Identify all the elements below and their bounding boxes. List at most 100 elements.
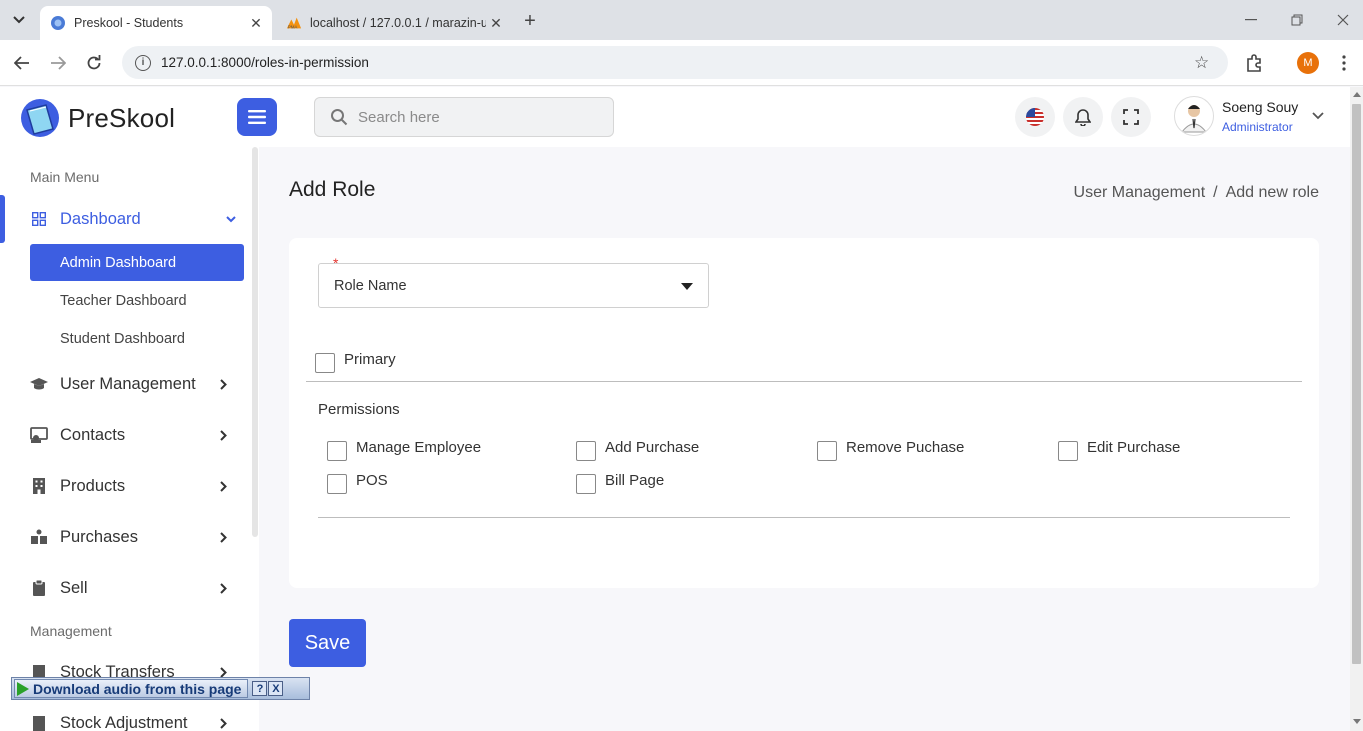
restore-icon[interactable] (1282, 8, 1312, 32)
permission-checkbox-manage-employee[interactable] (327, 441, 347, 461)
sidebar-item-dashboard[interactable]: Dashboard (0, 195, 252, 243)
sidebar-subitem-admin-dashboard[interactable]: Admin Dashboard (30, 244, 244, 281)
permission-label: Remove Puchase (846, 439, 965, 456)
contacts-icon (29, 425, 49, 445)
notifications-button[interactable] (1063, 97, 1103, 137)
bookmark-star-icon[interactable]: ☆ (1194, 53, 1214, 73)
sidebar-item-contacts[interactable]: Contacts (0, 415, 252, 455)
site-info-icon[interactable]: i (135, 54, 151, 71)
permission-checkbox-remove-purchase[interactable] (817, 441, 837, 461)
role-form-card: * Role Name Primary Permissions Manage E… (289, 238, 1319, 588)
us-flag-icon (1026, 108, 1044, 126)
extensions-icon[interactable] (1243, 52, 1265, 74)
help-button[interactable]: ? (252, 681, 268, 696)
forward-icon[interactable] (45, 50, 71, 76)
sidebar-scrollbar[interactable] (252, 147, 258, 537)
caret-down-icon (681, 283, 693, 290)
scrollbar-thumb[interactable] (1352, 104, 1361, 664)
window-close-icon[interactable] (1328, 8, 1358, 32)
chevron-right-icon (216, 666, 230, 678)
permission-checkbox-add-purchase[interactable] (576, 441, 596, 461)
tab-list-button[interactable] (6, 7, 32, 33)
close-icon[interactable]: ✕ (486, 13, 506, 33)
back-icon[interactable] (9, 50, 35, 76)
browser-tab-bar: Preskool - Students ✕ PMA localhost / 12… (0, 0, 1363, 40)
address-bar[interactable]: i 127.0.0.1:8000/roles-in-permission ☆ (122, 46, 1228, 79)
sidebar-item-purchases[interactable]: Purchases (0, 517, 252, 557)
profile-avatar[interactable]: M (1297, 52, 1319, 74)
permission-label: Add Purchase (605, 439, 700, 456)
logo[interactable]: PreSkool (20, 98, 175, 138)
breadcrumb-parent[interactable]: User Management (1074, 184, 1206, 202)
play-icon (17, 681, 29, 696)
save-button[interactable]: Save (289, 619, 366, 667)
graduation-cap-icon (29, 374, 49, 394)
sidebar-item-label: User Management (60, 374, 196, 393)
user-name: Soeng Souy (1222, 98, 1299, 115)
sidebar-item-sell[interactable]: Sell (0, 568, 252, 608)
role-name-select[interactable]: Role Name (318, 263, 709, 308)
close-button[interactable]: X (268, 681, 284, 696)
sidebar: Main Menu Dashboard Admin Dashboard Teac… (0, 147, 259, 731)
sidebar-item-label: Products (60, 476, 126, 495)
minimize-icon[interactable] (1236, 8, 1266, 32)
more-menu-icon[interactable] (1333, 52, 1355, 74)
user-menu[interactable]: Soeng Souy Administrator (1174, 96, 1324, 136)
primary-label: Primary (344, 351, 396, 368)
primary-checkbox[interactable] (315, 353, 335, 373)
sidebar-item-stock-adjustment[interactable]: Stock Adjustment (0, 703, 252, 731)
browser-toolbar: i 127.0.0.1:8000/roles-in-permission ☆ M (0, 40, 1363, 86)
clipboard-icon (29, 578, 49, 598)
web-page: PreSkool Search here Soeng Souy Administ… (0, 87, 1350, 731)
sidebar-item-products[interactable]: Products (0, 466, 252, 506)
search-input[interactable] (358, 108, 598, 126)
menu-toggle-button[interactable] (237, 98, 277, 136)
sidebar-subitem-teacher-dashboard[interactable]: Teacher Dashboard (30, 282, 244, 319)
bell-icon (1075, 109, 1091, 126)
sidebar-section-main-menu: Main Menu (30, 169, 100, 185)
breadcrumb: User Management / Add new role (1074, 184, 1319, 202)
language-flag-button[interactable] (1015, 97, 1055, 137)
sidebar-item-label: Contacts (60, 425, 126, 444)
user-role: Administrator (1222, 119, 1293, 134)
download-audio-label: Download audio from this page (33, 680, 242, 697)
new-tab-button[interactable]: + (518, 9, 542, 33)
tab-title: Preskool - Students (74, 16, 184, 30)
section-divider (306, 381, 1302, 382)
chevron-right-icon (216, 480, 230, 492)
sidebar-section-management: Management (30, 623, 112, 639)
logo-icon (20, 98, 62, 138)
permission-checkbox-pos[interactable] (327, 474, 347, 494)
tab-preskool[interactable]: Preskool - Students ✕ (40, 6, 272, 40)
logo-text: PreSkool (68, 102, 176, 133)
avatar (1174, 96, 1214, 136)
hamburger-icon (248, 110, 266, 124)
scroll-down-icon[interactable] (1353, 719, 1361, 724)
phpmyadmin-icon: PMA (286, 15, 302, 31)
tab-phpmyadmin[interactable]: PMA localhost / 127.0.0.1 / marazin-u ✕ (276, 6, 512, 40)
permissions-divider (318, 517, 1290, 518)
audio-download-toolbar: Download audio from this page ? X (11, 677, 310, 700)
sidebar-item-user-management[interactable]: User Management (0, 364, 252, 404)
url-text: 127.0.0.1:8000/roles-in-permission (161, 55, 369, 70)
page-scrollbar[interactable] (1350, 87, 1363, 731)
close-icon[interactable]: ✕ (246, 13, 266, 33)
search-icon (330, 108, 348, 126)
globe-icon (50, 15, 66, 31)
stock-adjustment-icon (29, 713, 49, 731)
scroll-up-icon[interactable] (1353, 92, 1361, 97)
sidebar-subitem-student-dashboard[interactable]: Student Dashboard (30, 320, 244, 357)
chevron-down-icon (13, 16, 25, 24)
people-carry-icon (29, 527, 49, 547)
chevron-right-icon (216, 429, 230, 441)
sidebar-item-label: Sell (60, 578, 88, 597)
permission-checkbox-bill-page[interactable] (576, 474, 596, 494)
breadcrumb-current: Add new role (1225, 184, 1319, 201)
reload-icon[interactable] (81, 50, 107, 76)
permission-checkbox-edit-purchase[interactable] (1058, 441, 1078, 461)
sidebar-item-label: Stock Adjustment (60, 713, 188, 731)
chevron-right-icon (216, 717, 230, 729)
fullscreen-button[interactable] (1111, 97, 1151, 137)
chevron-right-icon (216, 378, 230, 390)
download-audio-button[interactable]: Download audio from this page (14, 679, 249, 698)
